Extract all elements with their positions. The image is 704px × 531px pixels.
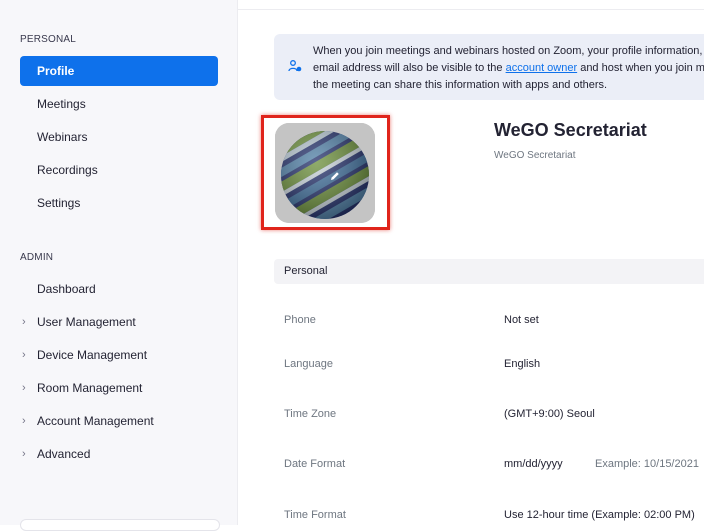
sidebar-item-device-management[interactable]: › Device Management [20,340,218,370]
account-owner-link[interactable]: account owner [506,62,578,74]
date-format-label: Date Format [284,458,346,470]
sidebar-item-label: Meetings [37,97,86,111]
chevron-right-icon: › [22,316,26,328]
notice-line-2: email address will also be visible to th… [313,60,704,77]
sidebar-item-dashboard[interactable]: Dashboard [20,274,218,304]
sidebar: PERSONAL Profile Meetings Webinars Recor… [0,0,238,531]
header-divider [237,9,704,10]
admin-section-label: ADMIN [20,252,54,263]
notice-line-2-end: and host when you join me [577,62,704,74]
profile-display-name: WeGO Secretariat [494,120,647,140]
sidebar-item-room-management[interactable]: › Room Management [20,373,218,403]
notice-line-2-start: email address will also be visible to th… [313,62,506,74]
globe-logo [275,123,375,223]
language-value: English [504,358,541,370]
personal-section-header: Personal [274,259,704,284]
sidebar-item-meetings[interactable]: Meetings [20,89,218,119]
time-zone-label: Time Zone [284,408,337,420]
person-shield-icon [288,60,302,72]
sidebar-item-label: Webinars [37,130,88,144]
sidebar-item-label: Profile [37,64,75,78]
sidebar-item-webinars[interactable]: Webinars [20,122,218,152]
date-format-value: mm/dd/yyyy [504,458,563,470]
sidebar-item-label: Settings [37,196,81,210]
time-format-label: Time Format [284,509,346,521]
avatar[interactable] [275,123,375,223]
sidebar-item-account-management[interactable]: › Account Management [20,406,218,436]
sidebar-item-label: Advanced [37,447,91,461]
personal-section-title: Personal [284,265,328,277]
phone-label: Phone [284,314,316,326]
sidebar-item-label: User Management [37,315,136,329]
pencil-icon[interactable] [329,170,341,182]
sidebar-item-label: Device Management [37,348,148,362]
chevron-right-icon: › [22,415,26,427]
sidebar-item-user-management[interactable]: › User Management [20,307,218,337]
profile-subtitle: WeGO Secretariat [494,150,576,161]
time-zone-value: (GMT+9:00) Seoul [504,408,595,420]
sidebar-item-label: Recordings [37,163,98,177]
sidebar-item-settings[interactable]: Settings [20,188,218,218]
notice-line-3: the meeting can share this information w… [313,79,608,91]
sidebar-item-label: Account Management [37,414,154,428]
sidebar-item-advanced[interactable]: › Advanced [20,439,218,469]
sidebar-bottom-card [20,519,220,531]
phone-value: Not set [504,314,539,326]
time-format-value: Use 12-hour time (Example: 02:00 PM) [504,509,695,521]
privacy-notice-text: When you join meetings and webinars host… [313,43,704,94]
privacy-notice-banner: When you join meetings and webinars host… [274,34,704,100]
avatar-highlight-box [261,115,390,230]
sidebar-item-label: Room Management [37,381,143,395]
sidebar-item-profile[interactable]: Profile [20,56,218,86]
sidebar-item-recordings[interactable]: Recordings [20,155,218,185]
date-format-example: Example: 10/15/2021 [595,458,699,470]
language-label: Language [284,358,333,370]
chevron-right-icon: › [22,382,26,394]
chevron-right-icon: › [22,448,26,460]
chevron-right-icon: › [22,349,26,361]
sidebar-item-label: Dashboard [37,282,96,296]
notice-line-1: When you join meetings and webinars host… [313,45,703,57]
personal-section-label: PERSONAL [20,34,77,45]
